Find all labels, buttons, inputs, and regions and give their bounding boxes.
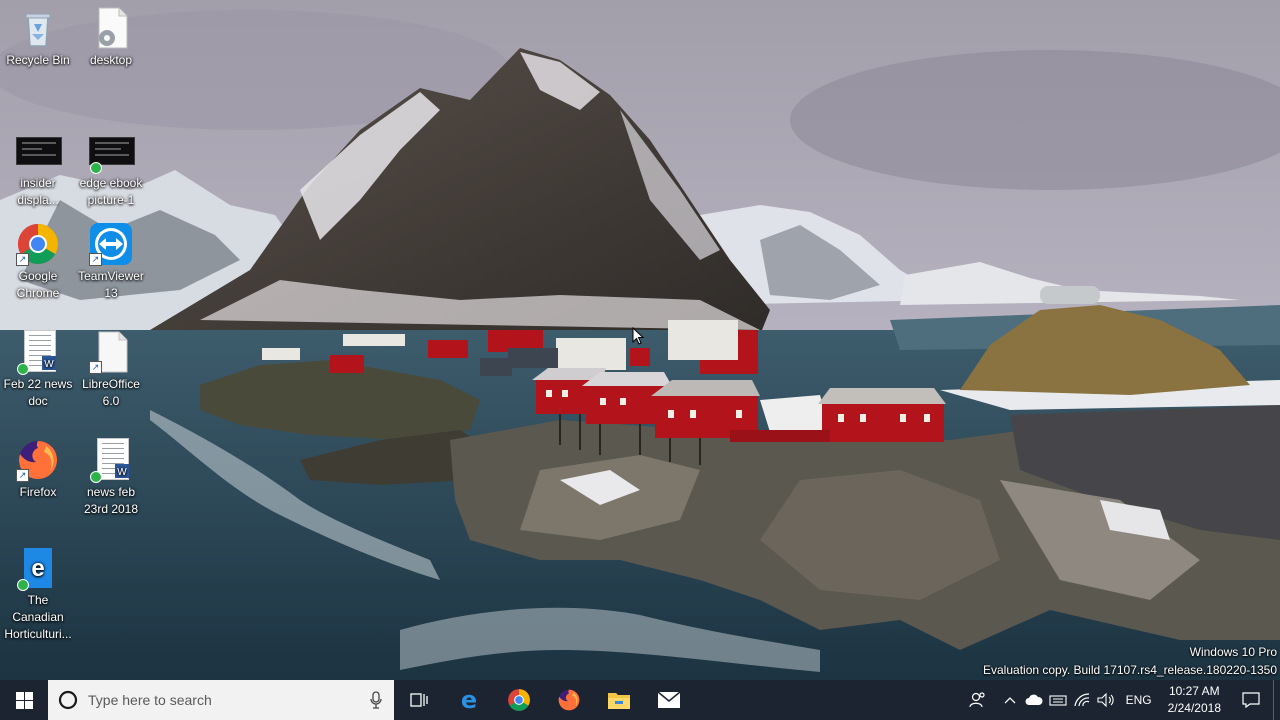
- sync-status-icon: [90, 162, 102, 174]
- sync-status-icon: [90, 471, 102, 483]
- people-button[interactable]: [958, 680, 998, 720]
- onedrive-button[interactable]: [1022, 680, 1046, 720]
- chrome-icon: [508, 689, 530, 711]
- shortcut-arrow-icon: ↗: [89, 253, 102, 266]
- desktop-icon-label: The Canadian Horticulturi...: [4, 593, 72, 641]
- desktop-icon-label: edge ebook picture-1: [79, 176, 143, 207]
- mouse-cursor-icon: [632, 327, 644, 345]
- mail-icon: [657, 691, 681, 708]
- chrome-icon: ↗: [16, 222, 60, 266]
- word-document-icon: W: [89, 438, 133, 483]
- search-box[interactable]: Type here to search: [48, 680, 394, 720]
- keyboard-icon: [1049, 695, 1067, 706]
- image-thumbnail-icon: [16, 129, 62, 173]
- people-icon: [968, 692, 985, 708]
- task-view-button[interactable]: [394, 680, 444, 720]
- edge-icon: e: [461, 688, 477, 712]
- desktop-icon-label: TeamViewer 13: [78, 269, 144, 300]
- desktop-icon-label: Feb 22 news doc: [3, 377, 73, 408]
- wifi-icon: [1073, 693, 1089, 707]
- shortcut-arrow-icon: ↗: [16, 469, 29, 482]
- svg-text:W: W: [44, 359, 54, 370]
- firefox-icon: ↗: [16, 438, 60, 482]
- taskbar: Type here to search e ENG 10:27 AM 2/24/…: [0, 680, 1280, 720]
- image-thumbnail-icon: [89, 129, 135, 174]
- action-center-button[interactable]: [1229, 680, 1273, 720]
- language-indicator[interactable]: ENG: [1118, 693, 1160, 707]
- desktop-icon-label: insider displa...: [17, 176, 59, 207]
- watermark-edition: Windows 10 Pro: [1189, 645, 1277, 659]
- task-view-icon: [410, 693, 428, 707]
- svg-text:W: W: [117, 467, 127, 478]
- desktop-icon-firefox[interactable]: ↗ Firefox: [0, 434, 76, 501]
- desktop-icon-canadian-horticulture[interactable]: e The Canadian Horticulturi...: [0, 542, 76, 643]
- desktop-icon-desktop-file[interactable]: desktop: [73, 2, 149, 69]
- microphone-icon[interactable]: [370, 691, 382, 709]
- libreoffice-icon: ↗: [89, 330, 133, 374]
- start-button[interactable]: [0, 680, 48, 720]
- desktop-icon-label: desktop: [89, 53, 133, 67]
- sync-status-icon: [17, 363, 29, 375]
- clock-date: 2/24/2018: [1167, 701, 1221, 715]
- desktop-icon-libreoffice[interactable]: ↗ LibreOffice 6.0: [73, 326, 149, 410]
- shortcut-arrow-icon: ↗: [16, 253, 29, 266]
- speaker-icon: [1097, 693, 1114, 707]
- shortcut-arrow-icon: ↗: [89, 361, 102, 374]
- system-tray: ENG 10:27 AM 2/24/2018: [958, 680, 1280, 720]
- svg-text:e: e: [461, 688, 477, 712]
- desktop-icon-label: news feb 23rd 2018: [83, 485, 139, 516]
- desktop-icon-teamviewer[interactable]: ↗ TeamViewer 13: [73, 218, 149, 302]
- desktop-icon-feb-22-news-doc[interactable]: W Feb 22 news doc: [0, 326, 76, 410]
- input-method-button[interactable]: [1046, 680, 1070, 720]
- taskbar-chrome[interactable]: [494, 680, 544, 720]
- teamviewer-icon: ↗: [89, 222, 133, 266]
- desktop-icon-edge-ebook-picture[interactable]: edge ebook picture-1: [73, 125, 149, 209]
- taskbar-firefox[interactable]: [544, 680, 594, 720]
- windows-logo-icon: [15, 691, 33, 709]
- search-placeholder: Type here to search: [88, 692, 212, 708]
- clock[interactable]: 10:27 AM 2/24/2018: [1160, 683, 1229, 717]
- chevron-up-icon: [1004, 697, 1016, 704]
- desktop-icon-news-feb-23rd[interactable]: W news feb 23rd 2018: [73, 434, 149, 518]
- taskbar-mail[interactable]: [644, 680, 694, 720]
- notification-icon: [1242, 692, 1260, 708]
- cortana-icon: [58, 690, 78, 710]
- sync-status-icon: [17, 579, 29, 591]
- windows-watermark: Windows 10 Pro Evaluation copy. Build 17…: [983, 643, 1277, 679]
- desktop-icon-label: Google Chrome: [16, 269, 60, 300]
- taskbar-edge[interactable]: e: [444, 680, 494, 720]
- show-desktop-button[interactable]: [1273, 680, 1280, 720]
- desktop-icon-google-chrome[interactable]: ↗ Google Chrome: [0, 218, 76, 302]
- word-document-icon: W: [16, 330, 60, 375]
- network-button[interactable]: [1070, 680, 1094, 720]
- cloud-icon: [1025, 694, 1043, 705]
- recycle-bin-icon: [16, 6, 60, 50]
- desktop-icon-label: LibreOffice 6.0: [82, 377, 140, 408]
- firefox-icon: [558, 689, 580, 711]
- volume-button[interactable]: [1094, 680, 1118, 720]
- file-explorer-icon: [608, 693, 630, 709]
- desktop-icon-label: Firefox: [19, 485, 57, 499]
- desktop-icon-recycle-bin[interactable]: Recycle Bin: [0, 2, 76, 69]
- clock-time: 10:27 AM: [1168, 684, 1220, 698]
- edge-document-icon: e: [16, 546, 60, 591]
- desktop-icon-insider-display[interactable]: insider displa...: [0, 125, 76, 209]
- taskbar-file-explorer[interactable]: [594, 680, 644, 720]
- svg-text:e: e: [31, 555, 44, 582]
- settings-file-icon: [89, 6, 133, 50]
- desktop-icon-label: Recycle Bin: [6, 53, 70, 67]
- watermark-build: Evaluation copy. Build 17107.rs4_release…: [983, 663, 1277, 677]
- show-hidden-icons-button[interactable]: [998, 680, 1022, 720]
